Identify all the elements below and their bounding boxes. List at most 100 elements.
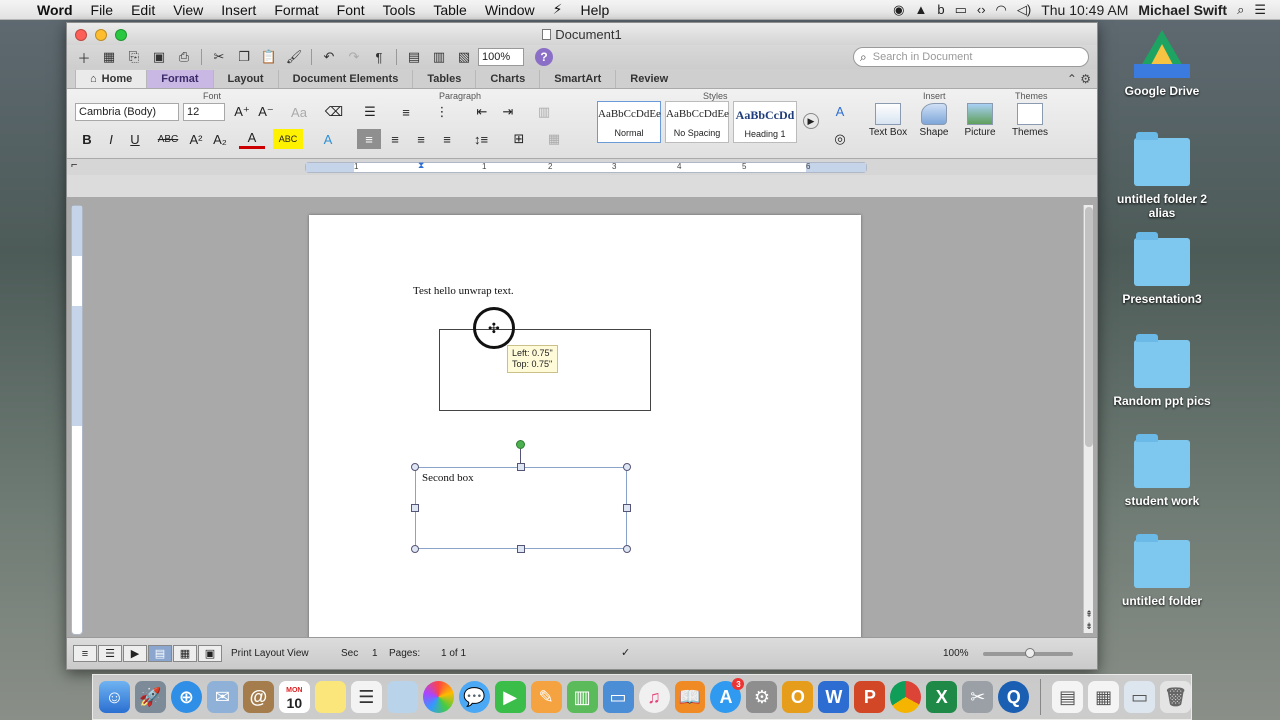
menu-app-word[interactable]: Word xyxy=(28,2,82,18)
safari-icon[interactable]: ⊕ xyxy=(170,681,202,713)
manage-styles-icon[interactable]: ◎ xyxy=(829,129,851,149)
shading-icon[interactable]: ▦ xyxy=(541,129,567,149)
preview-icon[interactable] xyxy=(386,681,418,713)
menu-help[interactable]: Help xyxy=(571,2,618,18)
tab-review[interactable]: Review xyxy=(615,70,682,88)
desktop-item-random-ppt-pics[interactable]: Random ppt pics xyxy=(1110,334,1214,408)
resize-handle-bottom-left[interactable] xyxy=(411,545,419,553)
help-icon[interactable]: ? xyxy=(535,48,553,66)
tab-charts[interactable]: Charts xyxy=(475,70,539,88)
styles-next-icon[interactable]: ▶ xyxy=(803,113,819,129)
outlook-icon[interactable]: O xyxy=(782,681,814,713)
notification-center-icon[interactable]: ☰ xyxy=(1254,2,1266,18)
bold-button[interactable]: B xyxy=(77,129,97,149)
numbers-icon[interactable]: ▥ xyxy=(566,681,598,713)
launchpad-icon[interactable]: 🚀 xyxy=(134,681,166,713)
excel-icon[interactable]: X xyxy=(926,681,958,713)
numbering-icon[interactable]: ≡ xyxy=(393,102,419,122)
outline-view-icon[interactable]: ☰ xyxy=(98,645,122,662)
justify-button[interactable]: ≡ xyxy=(435,129,459,149)
indent-marker-icon[interactable]: ⧗ xyxy=(418,160,424,171)
align-right-button[interactable]: ≡ xyxy=(409,129,433,149)
highlight-icon[interactable]: ABC xyxy=(273,129,303,149)
draft-view-icon[interactable]: ≡ xyxy=(73,645,97,662)
text-box-2-text[interactable]: Second box xyxy=(422,472,474,484)
resize-handle-top-right[interactable] xyxy=(623,463,631,471)
menubar-clock[interactable]: Thu 10:49 AM xyxy=(1041,2,1128,18)
vertical-scrollbar[interactable]: ⇞ ⇟ xyxy=(1083,205,1093,633)
desktop-item-student-work[interactable]: student work xyxy=(1110,434,1214,508)
zoom-select[interactable]: 100% xyxy=(478,48,524,66)
document-page[interactable]: Test hello unwrap text. ✣ Left: 0.75" To… xyxy=(309,215,861,639)
b-icon[interactable]: b xyxy=(937,2,944,17)
desktop-item-untitled-folder[interactable]: untitled folder xyxy=(1110,534,1214,608)
tab-format[interactable]: Format xyxy=(146,70,213,88)
copy-icon[interactable]: ❐ xyxy=(233,47,255,67)
decrease-indent-icon[interactable]: ⇤ xyxy=(471,102,493,122)
drive-status-icon[interactable]: ▲ xyxy=(914,2,927,17)
tab-layout[interactable]: Layout xyxy=(212,70,278,88)
menu-tools[interactable]: Tools xyxy=(374,2,425,18)
increase-indent-icon[interactable]: ⇥ xyxy=(497,102,519,122)
next-page-icon[interactable]: ⇟ xyxy=(1084,621,1094,631)
menu-edit[interactable]: Edit xyxy=(122,2,164,18)
columns-icon[interactable]: ▥ xyxy=(529,102,559,122)
media-browser-icon[interactable]: ▧ xyxy=(453,47,475,67)
search-field[interactable]: ⌕ Search in Document xyxy=(853,47,1089,67)
italic-button[interactable]: I xyxy=(101,129,121,149)
notes-icon[interactable] xyxy=(314,681,346,713)
menubar-user[interactable]: Michael Swift xyxy=(1138,2,1227,18)
font-name-select[interactable]: Cambria (Body) xyxy=(75,103,179,121)
undo-icon[interactable]: ↶ xyxy=(318,47,340,67)
zoom-slider-knob[interactable] xyxy=(1025,648,1035,658)
tab-tables[interactable]: Tables xyxy=(412,70,475,88)
open-icon[interactable]: ⎘ xyxy=(123,47,145,67)
document2-icon[interactable]: ▦ xyxy=(1088,681,1120,713)
appstore-icon[interactable]: A3 xyxy=(710,678,745,713)
previous-page-icon[interactable]: ⇞ xyxy=(1084,609,1094,619)
notebook-view-icon[interactable]: ▦ xyxy=(173,645,197,662)
resize-handle-bottom[interactable] xyxy=(517,545,525,553)
ribbon-collapse-icon[interactable]: ⌃ ⚙ xyxy=(1067,72,1091,86)
borders-icon[interactable]: ⊞ xyxy=(503,129,535,149)
text-effects-icon[interactable]: A xyxy=(313,129,343,149)
body-paragraph[interactable]: Test hello unwrap text. xyxy=(413,285,514,297)
multilevel-list-icon[interactable]: ⋮ xyxy=(429,102,455,122)
sidebar-icon[interactable]: ▥ xyxy=(428,47,450,67)
powerpoint-icon[interactable]: P xyxy=(854,681,886,713)
view-icon[interactable]: ▤ xyxy=(403,47,425,67)
trash-icon[interactable]: 🗑 xyxy=(1160,681,1192,713)
format-painter-icon[interactable]: 🖌 xyxy=(283,47,305,67)
contacts-icon[interactable]: @ xyxy=(242,681,274,713)
word-icon[interactable]: W xyxy=(818,681,850,713)
rotate-handle[interactable] xyxy=(516,440,525,449)
insert-picture[interactable]: Picture xyxy=(957,103,1003,138)
line-spacing-icon[interactable]: ↕≡ xyxy=(465,129,497,149)
style-heading-1[interactable]: AaBbCcDd Heading 1 xyxy=(733,101,797,143)
strikethrough-button[interactable]: ABC xyxy=(155,129,181,149)
zoom-slider[interactable] xyxy=(983,648,1073,658)
menu-file[interactable]: File xyxy=(82,2,123,18)
style-normal[interactable]: AaBbCcDdEe Normal xyxy=(597,101,661,143)
align-center-button[interactable]: ≡ xyxy=(383,129,407,149)
templates-icon[interactable]: ▦ xyxy=(98,47,120,67)
facetime-icon[interactable]: ▶ xyxy=(494,681,526,713)
desktop-item-google-drive[interactable]: Google Drive xyxy=(1110,30,1214,98)
chrome-icon[interactable] xyxy=(890,681,922,713)
utilities-icon[interactable]: ✂ xyxy=(962,681,994,713)
publishing-view-icon[interactable]: ▶ xyxy=(123,645,147,662)
tab-document-elements[interactable]: Document Elements xyxy=(277,70,413,88)
horizontal-ruler[interactable]: 1 1 2 3 4 5 6 ⧗ xyxy=(305,160,867,173)
underline-button[interactable]: U xyxy=(125,129,145,149)
text-box-2-selected[interactable]: Second box xyxy=(415,467,627,549)
itunes-icon[interactable]: ♫ xyxy=(638,681,670,713)
tab-stop-selector-icon[interactable]: ⌐ xyxy=(71,159,77,171)
tab-home[interactable]: ⌂ Home xyxy=(75,70,147,88)
vertical-ruler[interactable] xyxy=(71,205,83,635)
menu-format[interactable]: Format xyxy=(265,2,327,18)
align-left-button[interactable]: ≡ xyxy=(357,129,381,149)
desktop-item-presentation3[interactable]: Presentation3 xyxy=(1110,232,1214,306)
save-icon[interactable]: ▣ xyxy=(148,47,170,67)
spotlight-icon[interactable]: ⌕ xyxy=(1237,2,1244,18)
resize-handle-left[interactable] xyxy=(411,504,419,512)
